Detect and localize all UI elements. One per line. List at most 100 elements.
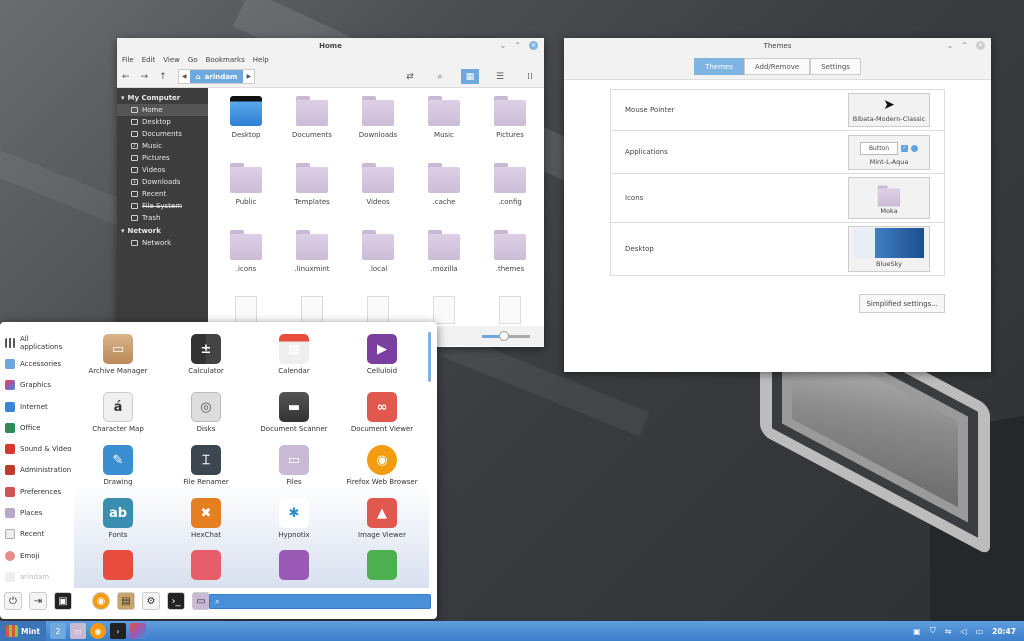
update-manager-icon[interactable]: ▣	[913, 627, 921, 636]
app-launcher[interactable]: ◉ Firefox Web Browser	[338, 445, 426, 486]
zoom-slider[interactable]	[482, 330, 530, 341]
files-launcher-icon[interactable]: ▭	[69, 623, 86, 639]
category-administration[interactable]: Administration	[0, 460, 72, 481]
app-launcher[interactable]	[162, 550, 250, 583]
sidebar-item-pictures[interactable]: Pictures	[117, 152, 208, 164]
firefox-launcher-icon[interactable]: ◉	[89, 623, 106, 639]
menu-bookmarks[interactable]: Bookmarks	[206, 56, 245, 64]
forward-icon[interactable]: →	[141, 72, 149, 82]
app-launcher[interactable]: ✱ Hypnotix	[250, 498, 338, 539]
compact-view-icon[interactable]: ⁞⁞	[521, 69, 539, 84]
category-accessories[interactable]: Accessories	[0, 353, 72, 374]
file-item[interactable]: .mozilla	[414, 230, 474, 273]
file-item[interactable]: .icons	[216, 230, 276, 273]
firefox-icon[interactable]: ◉	[92, 592, 110, 610]
app-launcher[interactable]: ▦ Calendar	[250, 334, 338, 375]
file-item[interactable]: .linuxmint	[282, 230, 342, 273]
file-item[interactable]	[282, 296, 342, 324]
themes-titlebar[interactable]: Themes ⌄ ⌃ ✕	[564, 38, 991, 54]
tab-themes[interactable]: Themes	[694, 58, 744, 75]
file-item[interactable]	[216, 296, 276, 324]
file-item[interactable]: .cache	[414, 163, 474, 206]
maximize-icon[interactable]: ⌃	[961, 41, 968, 50]
app-launcher[interactable]: ab Fonts	[74, 498, 162, 539]
menu-scrollbar[interactable]	[428, 332, 431, 382]
app-launcher[interactable]: ✎ Drawing	[74, 445, 162, 486]
themes-launcher-icon[interactable]	[129, 623, 146, 639]
category-internet[interactable]: Internet	[0, 396, 72, 417]
category-emoji[interactable]: Emoji	[0, 545, 72, 566]
tab-settings[interactable]: Settings	[810, 58, 861, 75]
sidebar-item-file-system[interactable]: File System	[117, 200, 208, 212]
app-launcher[interactable]: á Character Map	[74, 392, 162, 433]
menu-search-input[interactable]: ⌕	[209, 594, 431, 609]
menu-help[interactable]: Help	[253, 56, 269, 64]
sidebar-item-recent[interactable]: Recent	[117, 188, 208, 200]
path-right-icon[interactable]: ▶	[243, 73, 254, 80]
file-item[interactable]: Templates	[282, 163, 342, 206]
app-launcher[interactable]: ▬ Document Scanner	[250, 392, 338, 433]
sidebar-item-documents[interactable]: Documents	[117, 128, 208, 140]
file-item[interactable]: .config	[480, 163, 540, 206]
file-item[interactable]: Public	[216, 163, 276, 206]
sidebar-item-trash[interactable]: Trash	[117, 212, 208, 224]
search-icon[interactable]: ⌕	[431, 69, 449, 84]
menu-button[interactable]: Mint	[0, 621, 46, 641]
terminal-icon[interactable]: ›_	[167, 592, 185, 610]
app-launcher[interactable]: ▭ Files	[250, 445, 338, 486]
toggle-location-icon[interactable]: ⇄	[401, 69, 419, 84]
file-item[interactable]: Videos	[348, 163, 408, 206]
app-launcher[interactable]: ∞ Document Viewer	[338, 392, 426, 433]
simplified-settings-button[interactable]: Simplified settings...	[859, 294, 945, 313]
app-launcher[interactable]: ± Calculator	[162, 334, 250, 375]
software-manager-icon[interactable]: ▤	[117, 592, 135, 610]
battery-icon[interactable]: ▭	[976, 627, 984, 636]
app-launcher[interactable]: ▭ Archive Manager	[74, 334, 162, 375]
app-launcher[interactable]: ✖ HexChat	[162, 498, 250, 539]
file-item[interactable]	[348, 296, 408, 324]
file-item[interactable]: Documents	[282, 96, 342, 139]
sidebar-item-videos[interactable]: Videos	[117, 164, 208, 176]
file-item[interactable]: Downloads	[348, 96, 408, 139]
minimize-icon[interactable]: ⌄	[947, 41, 954, 50]
file-item[interactable]	[480, 296, 540, 324]
icon-view-icon[interactable]: ▦	[461, 69, 479, 84]
close-icon[interactable]: ✕	[976, 41, 985, 50]
path-left-icon[interactable]: ◀	[179, 73, 190, 80]
menu-go[interactable]: Go	[188, 56, 198, 64]
power-icon[interactable]: ⏻	[4, 592, 22, 610]
menu-file[interactable]: File	[122, 56, 134, 64]
app-launcher[interactable]: ⌶ File Renamer	[162, 445, 250, 486]
category-recent[interactable]: Recent	[0, 524, 72, 545]
sidebar-item-network[interactable]: Network	[117, 237, 208, 249]
shield-icon[interactable]: ⛉	[930, 626, 936, 636]
theme-picker-applications[interactable]: Button ✓ Mint-L-Aqua	[848, 134, 930, 170]
category-office[interactable]: Office	[0, 417, 72, 438]
tab-add-remove[interactable]: Add/Remove	[743, 58, 811, 75]
back-icon[interactable]: ←	[122, 72, 130, 82]
settings-icon[interactable]: ⚙	[142, 592, 160, 610]
network-icon[interactable]: ⇋	[945, 627, 952, 636]
clock[interactable]: 20:47	[992, 627, 1016, 636]
minimize-icon[interactable]: ⌄	[500, 41, 507, 50]
theme-picker-pointer[interactable]: ➤ Bibata-Modern-Classic	[848, 93, 930, 127]
file-item[interactable]: Pictures	[480, 96, 540, 139]
app-launcher[interactable]	[250, 550, 338, 583]
maximize-icon[interactable]: ⌃	[514, 41, 521, 50]
sidebar-heading-my-computer[interactable]: ▾ My Computer	[117, 91, 208, 104]
file-item[interactable]: .themes	[480, 230, 540, 273]
sidebar-item-music[interactable]: ♪ Music	[117, 140, 208, 152]
category-user-home[interactable]: arindam	[0, 566, 72, 587]
close-icon[interactable]: ✕	[529, 41, 538, 50]
menu-edit[interactable]: Edit	[142, 56, 156, 64]
app-launcher[interactable]: ▶ Celluloid	[338, 334, 426, 375]
file-item[interactable]: Music	[414, 96, 474, 139]
theme-picker-desktop[interactable]: BlueSky	[848, 226, 930, 272]
zoom-knob[interactable]	[498, 330, 509, 341]
category-preferences[interactable]: Preferences	[0, 481, 72, 502]
sidebar-item-home[interactable]: Home	[117, 104, 208, 116]
category-sound-video[interactable]: Sound & Video	[0, 438, 72, 459]
app-launcher[interactable]: ▲ Image Viewer	[338, 498, 426, 539]
file-item[interactable]: .local	[348, 230, 408, 273]
file-item[interactable]	[414, 296, 474, 324]
